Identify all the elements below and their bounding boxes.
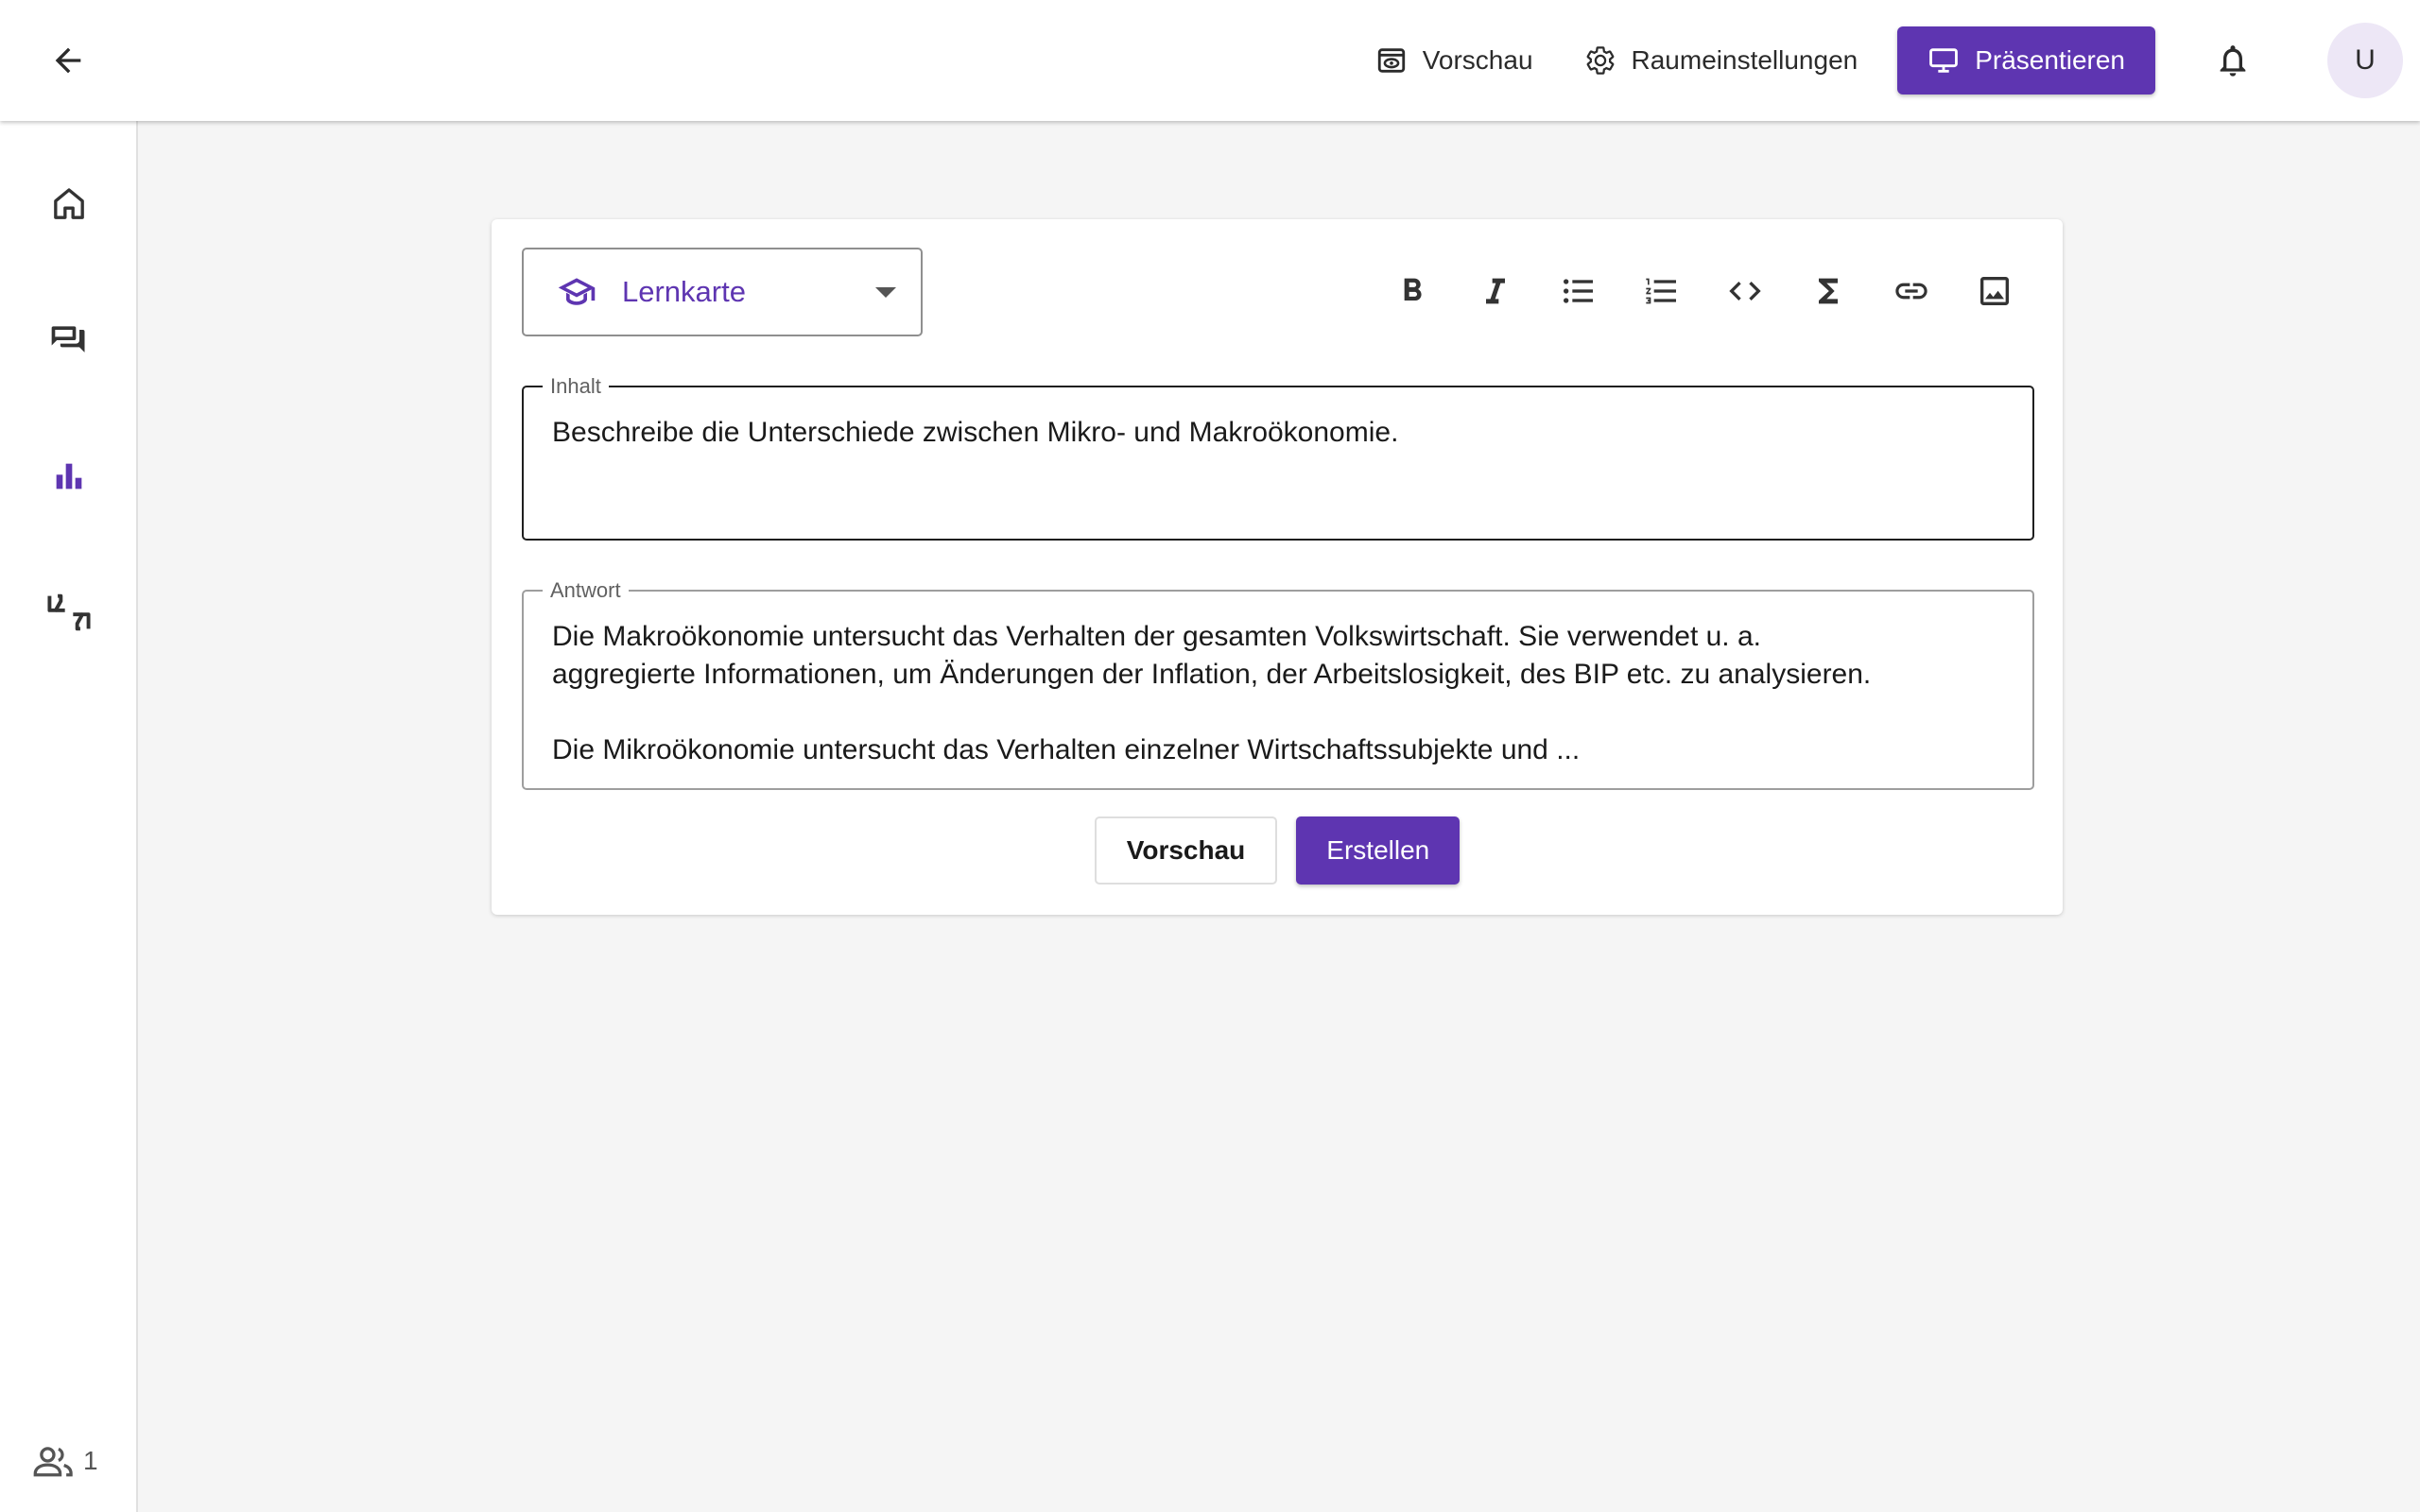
home-icon [54,188,84,219]
bell-icon [2220,45,2246,77]
formula-button[interactable] [1787,263,1870,319]
bold-icon [1404,278,1422,301]
image-icon [1980,277,2009,305]
content-type-select[interactable]: Lernkarte [522,248,923,336]
feedback-icon [47,593,91,631]
bold-button[interactable] [1371,263,1454,319]
monitor-icon [1929,48,1959,73]
graduation-cap-icon [558,278,596,305]
present-button[interactable]: Präsentieren [1897,26,2155,94]
image-button[interactable] [1953,263,2036,319]
code-icon [1729,282,1761,301]
participants-count: 1 [83,1446,98,1475]
preview-card-button[interactable]: Vorschau [1094,816,1278,885]
create-button[interactable]: Erstellen [1296,816,1461,885]
content-field[interactable]: Inhalt Beschreibe die Unterschiede zwisc… [522,374,2034,541]
arrow-left-icon [55,47,81,74]
content-input[interactable]: Beschreibe die Unterschiede zwischen Mik… [552,414,2004,452]
bullet-list-icon [1564,279,1593,303]
people-icon [33,1447,73,1477]
sigma-icon [1819,278,1838,304]
preview-button[interactable]: Vorschau [1357,26,1552,94]
content-field-label: Inhalt [550,374,601,398]
bar-chart-icon [56,463,82,490]
nav-forum[interactable] [31,302,107,378]
italic-button[interactable] [1454,263,1537,319]
chevron-down-icon [875,287,896,298]
nav-feedback[interactable] [31,575,107,650]
content-editor-card: Lernkarte Inhalt Beschreibe die Untersch… [492,219,2063,915]
preview-button-label: Vorschau [1422,45,1533,75]
bullet-list-button[interactable] [1537,263,1620,319]
formatting-toolbar [1371,263,2036,319]
link-icon [1895,283,1927,300]
side-navigation: 1 [0,121,138,1512]
numbered-list-button[interactable] [1620,263,1703,319]
top-actions: Vorschau Raumeinstellungen Präsentieren … [1357,0,2403,121]
italic-icon [1486,278,1505,304]
notifications-button[interactable] [2199,26,2267,94]
avatar[interactable]: U [2327,23,2403,98]
content-type-value: Lernkarte [622,275,746,308]
back-button[interactable] [38,30,98,91]
nav-home[interactable] [31,166,107,242]
answer-field-label: Antwort [550,578,621,602]
participants-counter: 1 [32,1442,98,1480]
preview-icon [1377,48,1405,73]
gear-icon [1586,46,1614,75]
nav-statistics[interactable] [31,438,107,514]
forum-icon [51,326,85,352]
code-button[interactable] [1703,263,1787,319]
editor-actions: Vorschau Erstellen [492,816,2063,885]
room-settings-label: Raumeinstellungen [1631,45,1858,75]
answer-input[interactable]: Die Makroökonomie untersucht das Verhalt… [552,618,2004,769]
link-button[interactable] [1870,263,1953,319]
answer-field[interactable]: Antwort Die Makroökonomie untersucht das… [522,578,2034,790]
present-button-label: Präsentieren [1975,45,2125,75]
top-app-bar: Vorschau Raumeinstellungen Präsentieren … [0,0,2420,121]
room-settings-button[interactable]: Raumeinstellungen [1565,26,1877,94]
numbered-list-icon [1646,278,1676,304]
